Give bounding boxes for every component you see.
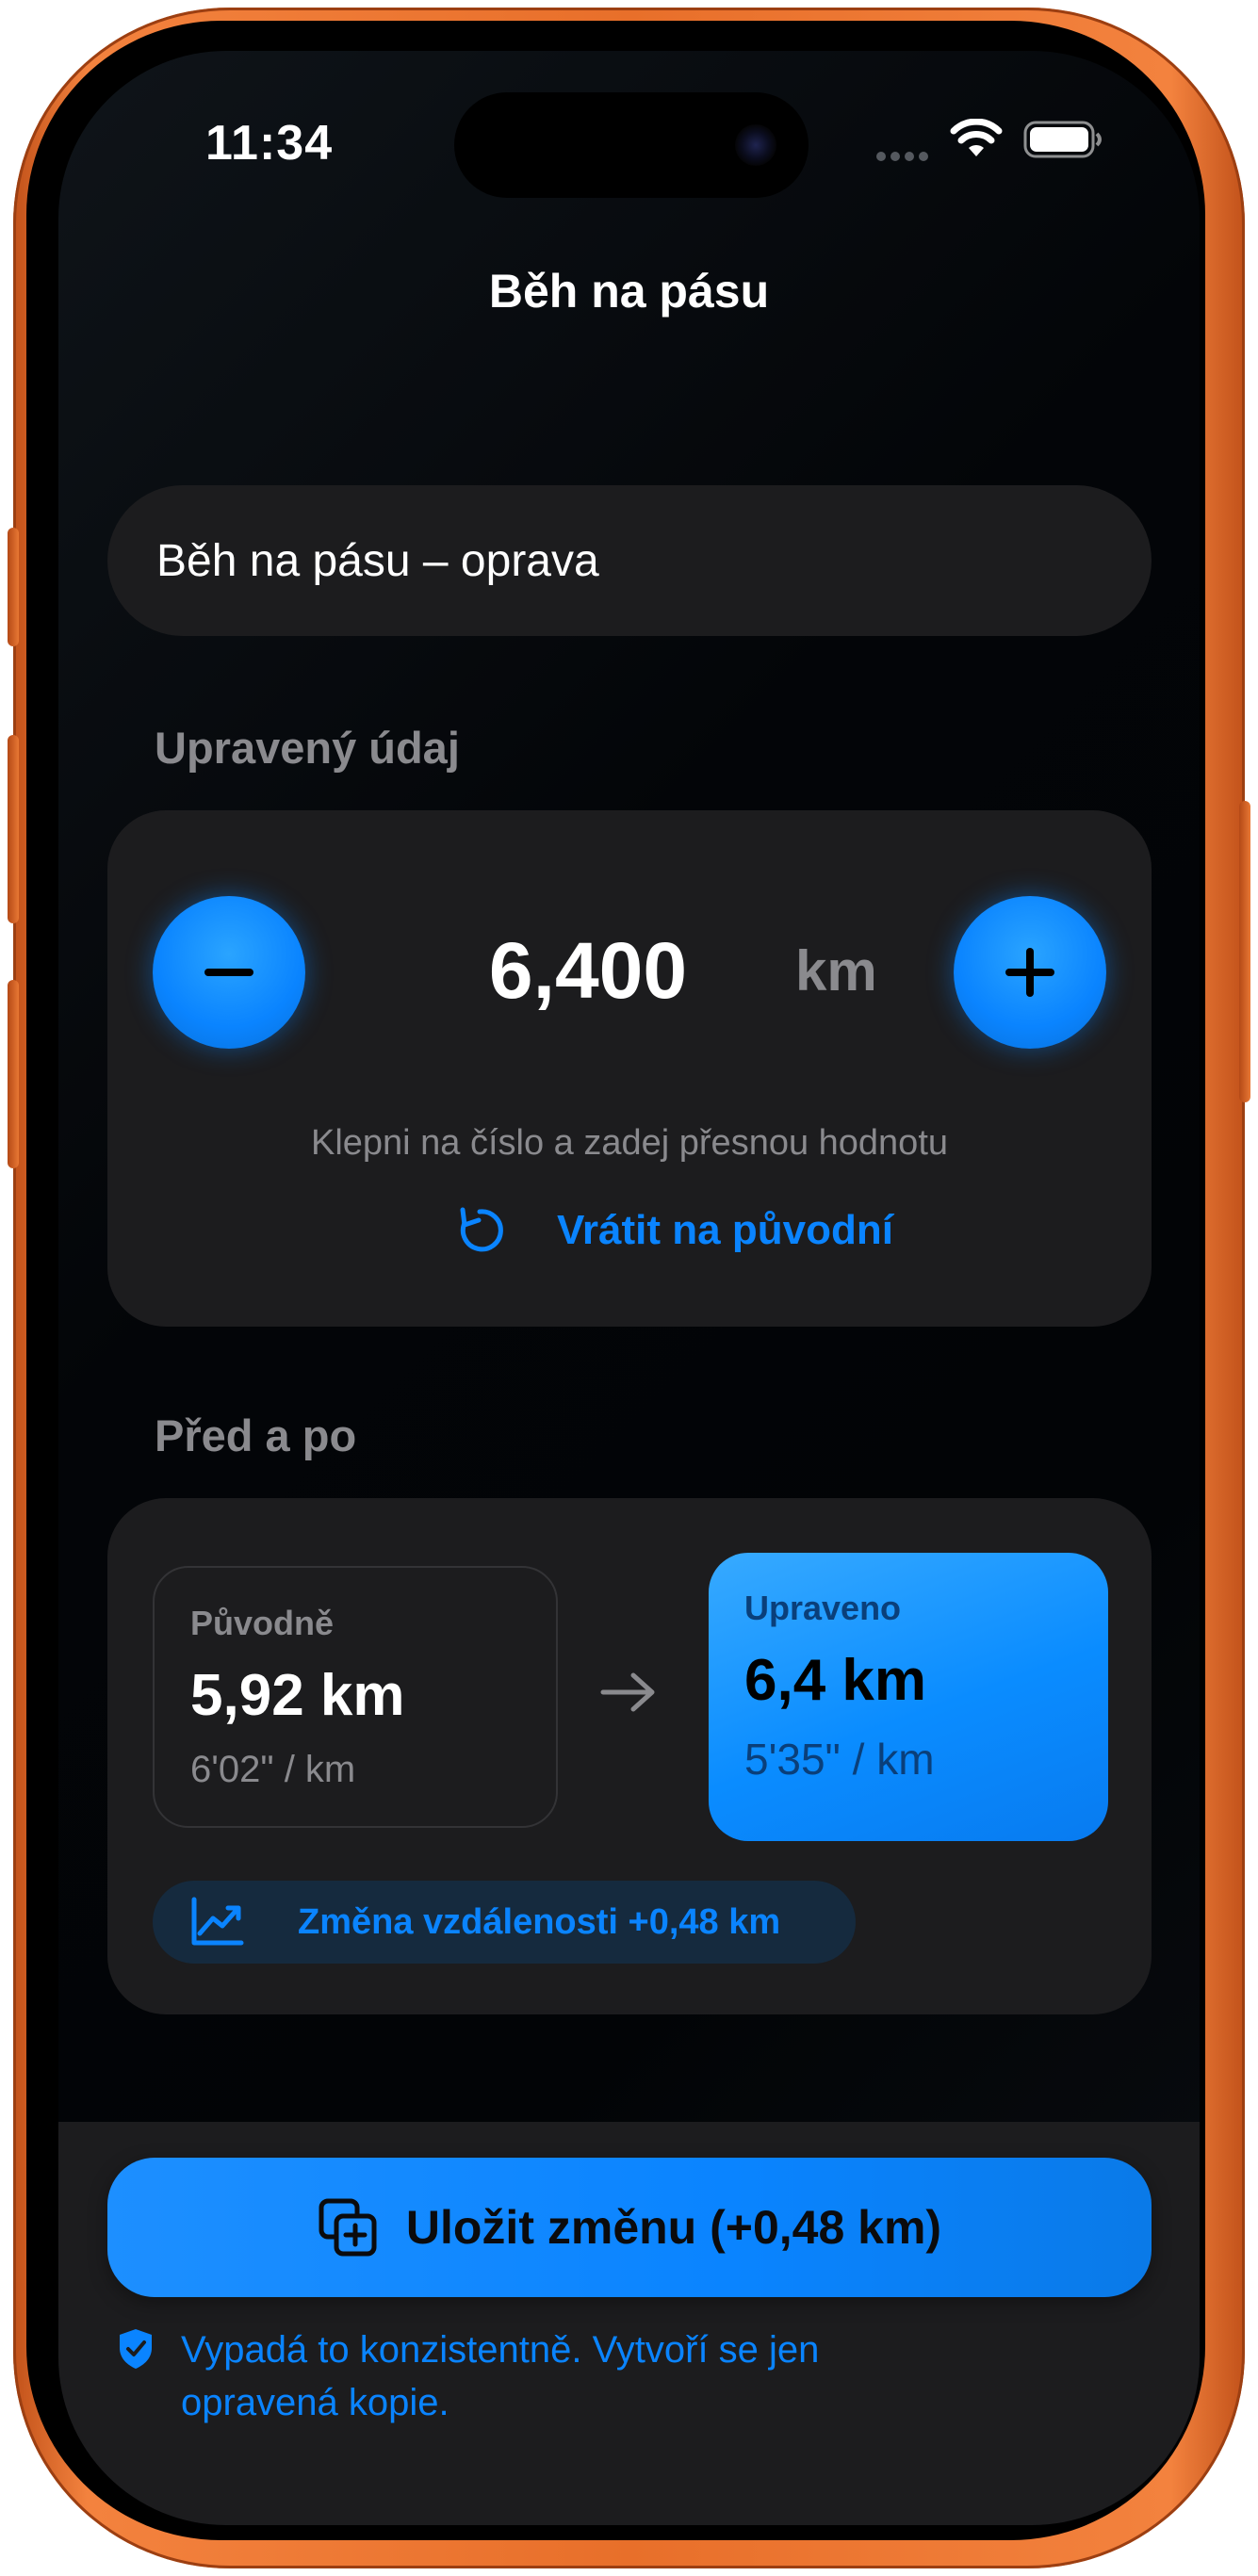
increment-button[interactable] — [954, 896, 1106, 1049]
cellular-dots-icon — [876, 149, 933, 161]
reset-button[interactable]: Vrátit na původní — [451, 1202, 893, 1259]
after-caption: Upraveno — [744, 1589, 902, 1627]
before-pace: 6'02" / km — [190, 1749, 356, 1790]
minus-icon — [204, 969, 253, 976]
arrow-right-icon — [600, 1672, 655, 1712]
plus-icon — [1005, 948, 1054, 997]
shield-check-icon — [120, 2329, 152, 2369]
action-button — [8, 528, 19, 646]
wifi-icon — [950, 119, 1003, 156]
after-pace: 5'35" / km — [744, 1735, 935, 1784]
compare-card: Původně 5,92 km 6'02" / km Upraveno 6,4 … — [107, 1498, 1152, 2014]
before-value: 5,92 km — [190, 1663, 405, 1728]
power-button — [1239, 801, 1250, 1102]
status-time: 11:34 — [205, 116, 334, 171]
save-button[interactable]: Uložit změnu (+0,48 km) — [107, 2158, 1152, 2297]
hint-text: Klepni na číslo a zadej přesnou hodnotu — [310, 1123, 949, 1163]
volume-up-button — [8, 735, 19, 923]
screen: 11:34 Běh na pásu Upravený údaj 6,400 km… — [58, 51, 1200, 2525]
before-caption: Původně — [190, 1604, 335, 1642]
after-box: Upraveno 6,4 km 5'35" / km — [709, 1553, 1108, 1841]
battery-icon — [1023, 121, 1102, 158]
page-title: Běh na pásu — [488, 265, 770, 318]
dynamic-island — [454, 92, 809, 198]
decrement-button[interactable] — [153, 896, 305, 1049]
edit-section-label: Upravený údaj — [155, 723, 460, 773]
before-box: Původně 5,92 km 6'02" / km — [153, 1566, 558, 1828]
consistency-note: Vypadá to konzistentně. Vytvoří se jen o… — [117, 2323, 916, 2429]
after-value: 6,4 km — [744, 1648, 927, 1713]
front-camera — [735, 124, 776, 166]
compare-section-label: Před a po — [155, 1410, 357, 1460]
duplicate-plus-icon — [319, 2198, 377, 2257]
distance-value[interactable]: 6,400 — [428, 925, 748, 1017]
trend-up-icon — [191, 1897, 244, 1946]
bottom-panel: Uložit změnu (+0,48 km) Vypadá to konzis… — [58, 2122, 1200, 2525]
change-label: Změna vzdálenosti +0,48 km — [298, 1901, 781, 1942]
edit-card: 6,400 km Klepni na číslo a zadej přesnou… — [107, 810, 1152, 1327]
note-text: Vypadá to konzistentně. Vytvoří se jen o… — [181, 2329, 820, 2423]
workout-name-input[interactable] — [107, 485, 1152, 636]
volume-down-button — [8, 980, 19, 1168]
distance-unit: km — [795, 939, 877, 1003]
undo-icon — [460, 1207, 503, 1252]
save-label: Uložit změnu (+0,48 km) — [405, 2201, 942, 2254]
reset-label: Vrátit na původní — [557, 1207, 893, 1253]
change-badge: Změna vzdálenosti +0,48 km — [153, 1881, 856, 1964]
